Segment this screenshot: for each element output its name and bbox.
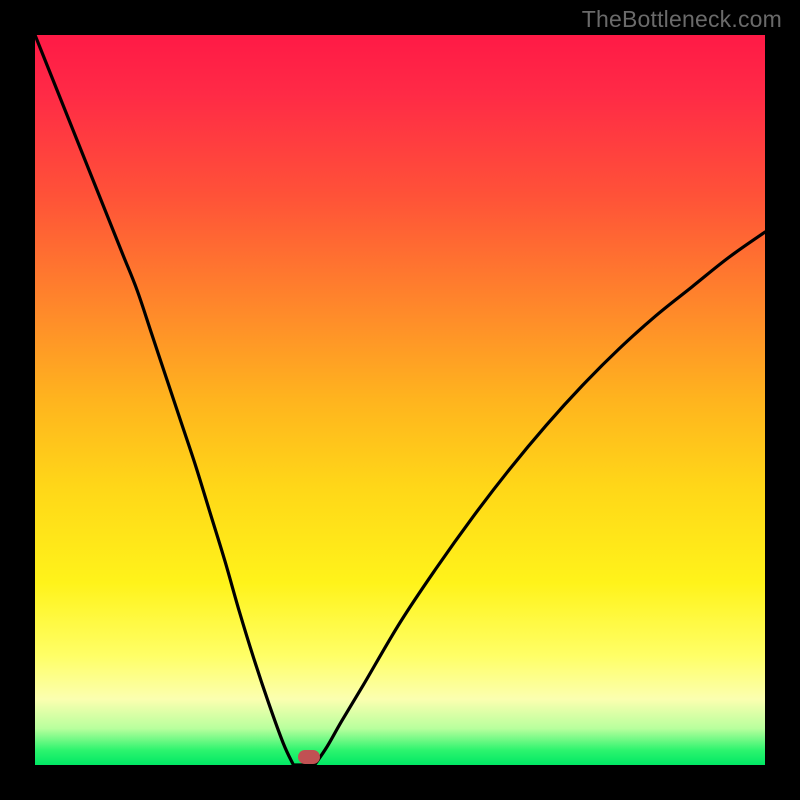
chart-frame: TheBottleneck.com — [0, 0, 800, 800]
watermark-text: TheBottleneck.com — [582, 6, 782, 33]
bottleneck-curve — [35, 35, 765, 765]
optimal-marker — [298, 750, 320, 764]
plot-area — [35, 35, 765, 765]
curve-layer — [35, 35, 765, 765]
